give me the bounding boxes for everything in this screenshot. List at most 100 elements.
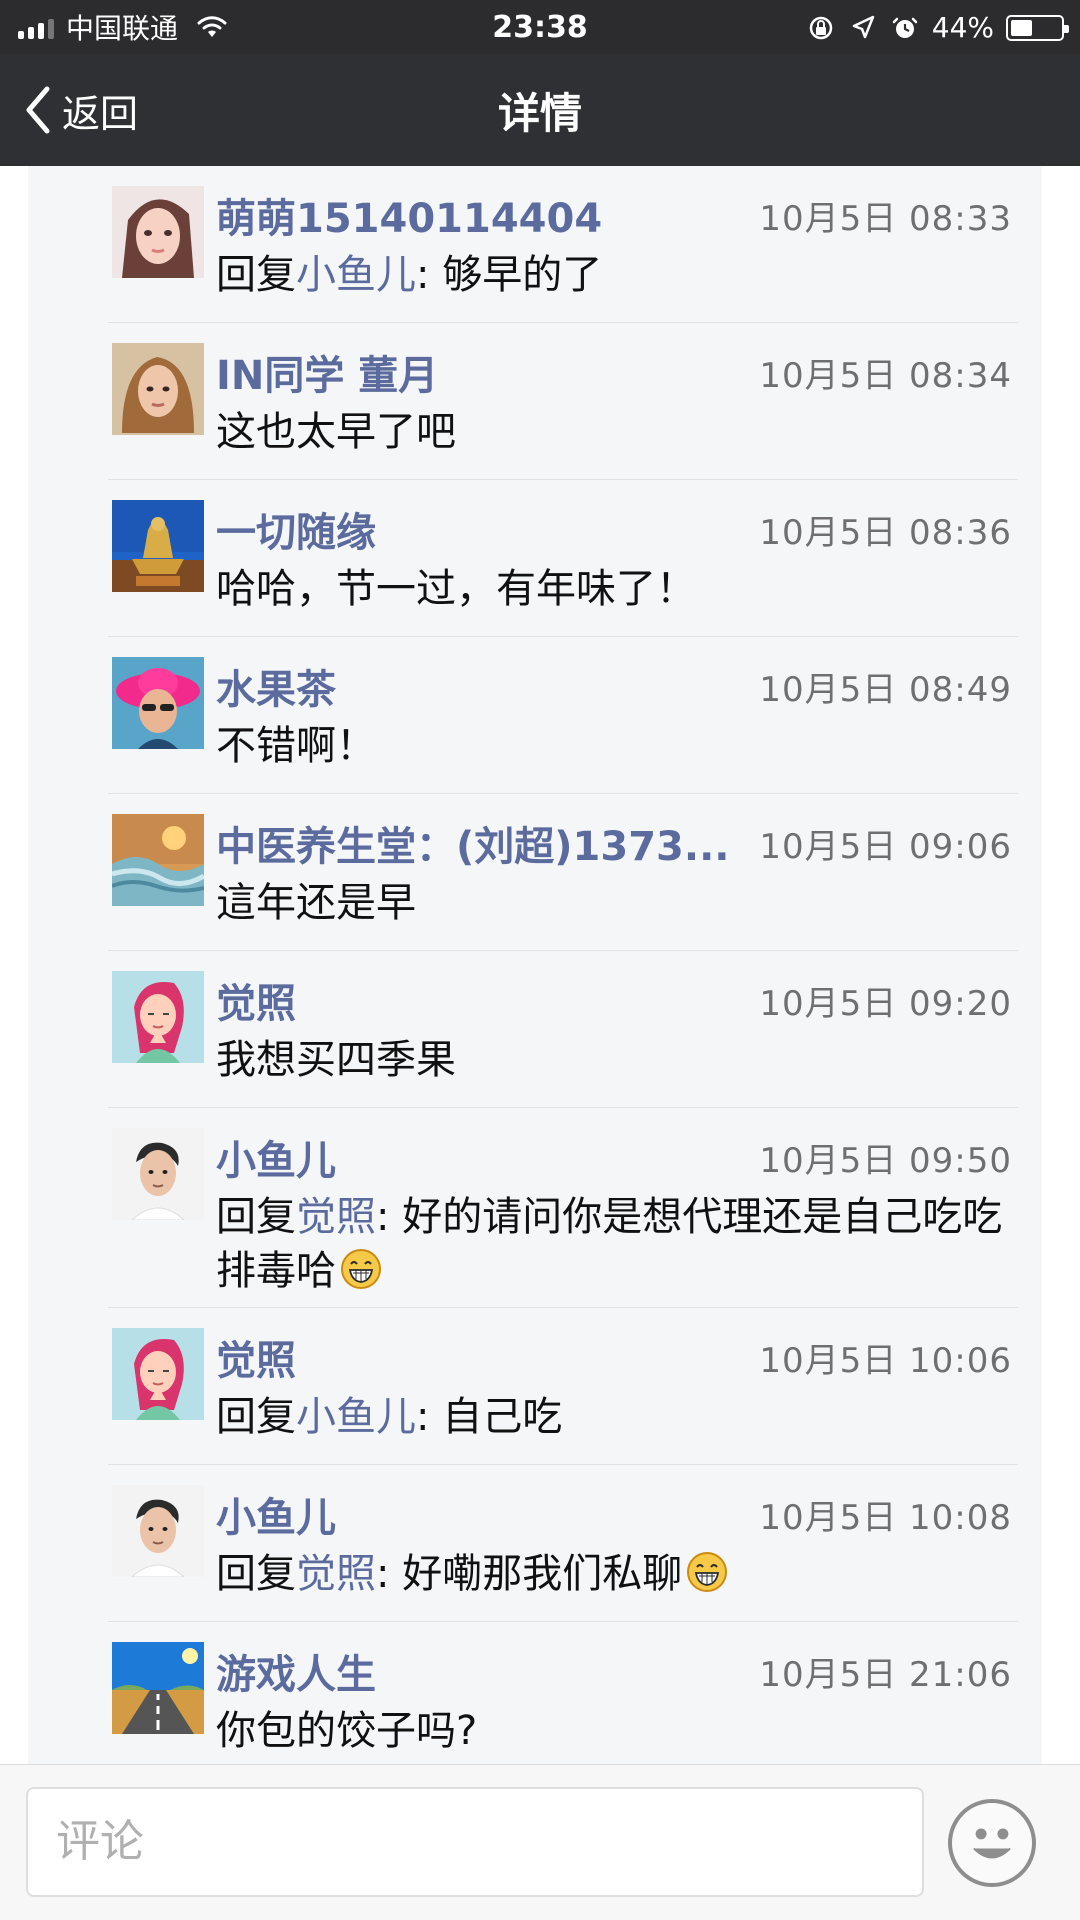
navigation-bar: 返回 详情 [0, 54, 1080, 166]
comment-text: 你包的饺子吗? [216, 1704, 1012, 1764]
comment-body: 小鱼儿 10月5日 10:08 回复觉照: 好嘞那我们私聊 [216, 1481, 1012, 1622]
comment-header: 小鱼儿 10月5日 09:50 [216, 1124, 1012, 1190]
avatar[interactable] [112, 1328, 204, 1420]
comment-text: 回复觉照: 好的请问你是想代理还是自己吃吃排毒哈 [216, 1190, 1012, 1308]
comment-input[interactable]: 评论 [26, 1787, 924, 1897]
comment-item[interactable]: 小鱼儿 10月5日 09:50 回复觉照: 好的请问你是想代理还是自己吃吃排毒哈 [28, 1108, 1042, 1308]
comment-item[interactable]: IN同学 董月 10月5日 08:34 这也太早了吧 [28, 323, 1042, 480]
grin-emoji-icon [341, 1249, 381, 1289]
comment-text: 不错啊！ [216, 719, 1012, 783]
comment-header: IN同学 董月 10月5日 08:34 [216, 339, 1012, 405]
grin-emoji [336, 1248, 382, 1294]
commenter-name[interactable]: 水果茶 [216, 657, 336, 715]
battery-fill [1011, 19, 1033, 36]
reply-prefix: 回复 [216, 1194, 296, 1240]
emoji-button[interactable] [948, 1799, 1036, 1887]
commenter-name[interactable]: 觉照 [216, 1328, 296, 1386]
comment-header: 水果茶 10月5日 08:49 [216, 653, 1012, 719]
comment-input-bar: 评论 [0, 1764, 1080, 1920]
commenter-name[interactable]: 小鱼儿 [216, 1128, 336, 1186]
comment-header: 中医养生堂：(刘超)1373... 10月5日 09:06 [216, 810, 1012, 876]
comment-message: 哈哈，节一过，有年味了！ [216, 566, 696, 612]
comment-item[interactable]: 小鱼儿 10月5日 10:08 回复觉照: 好嘞那我们私聊 [28, 1465, 1042, 1622]
avatar[interactable] [112, 186, 204, 278]
comment-timestamp: 10月5日 08:33 [759, 198, 1012, 239]
reply-prefix: 回复 [216, 252, 296, 298]
comment-body: 游戏人生 10月5日 21:06 你包的饺子吗? [216, 1638, 1012, 1764]
comment-timestamp: 10月5日 09:06 [759, 826, 1012, 867]
comment-text: 回复小鱼儿: 自己吃 [216, 1390, 1012, 1454]
comment-text: 我想买四季果 [216, 1033, 1012, 1097]
comment-header: 觉照 10月5日 09:20 [216, 967, 1012, 1033]
battery-icon [1006, 14, 1069, 41]
comment-list[interactable]: 萌萌15140114404 10月5日 08:33 回复小鱼儿: 够早的了 IN同学 … [28, 166, 1042, 1764]
comment-item[interactable]: 游戏人生 10月5日 21:06 你包的饺子吗? [28, 1622, 1042, 1764]
comment-message: 你包的饺子吗? [216, 1708, 478, 1754]
comment-item[interactable]: 中医养生堂：(刘超)1373... 10月5日 09:06 這年还是早 [28, 794, 1042, 951]
smile-face-icon [973, 1828, 1011, 1859]
comment-timestamp: 10月5日 10:08 [759, 1497, 1012, 1538]
comment-header: 小鱼儿 10月5日 10:08 [216, 1481, 1012, 1547]
commenter-name[interactable]: 觉照 [216, 971, 296, 1029]
comment-body: 觉照 10月5日 09:20 我想买四季果 [216, 967, 1012, 1108]
comment-message: 我想买四季果 [216, 1037, 456, 1083]
avatar[interactable] [112, 1485, 204, 1577]
comment-timestamp: 10月5日 10:06 [759, 1340, 1012, 1381]
status-bar: 中国联通 23:38 44% [0, 0, 1080, 54]
commenter-name[interactable]: 小鱼儿 [216, 1485, 336, 1543]
commenter-name[interactable]: 中医养生堂：(刘超)1373... [216, 814, 729, 872]
avatar[interactable] [112, 657, 204, 749]
comment-item[interactable]: 觉照 10月5日 09:20 我想买四季果 [28, 951, 1042, 1108]
mention-link[interactable]: 小鱼儿 [296, 252, 416, 298]
comment-message: 不错啊！ [216, 723, 376, 769]
grin-emoji [682, 1551, 728, 1597]
comment-text: 這年还是早 [216, 876, 1012, 940]
comment-item[interactable]: 水果茶 10月5日 08:49 不错啊！ [28, 637, 1042, 794]
comment-timestamp: 10月5日 09:20 [759, 983, 1012, 1024]
comment-body: 一切随缘 10月5日 08:36 哈哈，节一过，有年味了！ [216, 496, 1012, 637]
commenter-name[interactable]: 一切随缘 [216, 500, 376, 558]
comment-timestamp: 10月5日 21:06 [759, 1654, 1012, 1695]
mention-link[interactable]: 小鱼儿 [296, 1394, 416, 1440]
avatar[interactable] [112, 343, 204, 435]
comment-header: 游戏人生 10月5日 21:06 [216, 1638, 1012, 1704]
avatar[interactable] [112, 814, 204, 906]
avatar[interactable] [112, 500, 204, 592]
reply-prefix: 回复 [216, 1394, 296, 1440]
comment-content-area[interactable]: 萌萌15140114404 10月5日 08:33 回复小鱼儿: 够早的了 IN同学 … [0, 166, 1080, 1764]
commenter-name[interactable]: 萌萌15140114404 [216, 186, 602, 244]
comment-header: 一切随缘 10月5日 08:36 [216, 496, 1012, 562]
app-screen: 中国联通 23:38 44% 返回 详情 萌萌15140114404 10月5日… [0, 0, 1080, 1920]
comment-body: 小鱼儿 10月5日 09:50 回复觉照: 好的请问你是想代理还是自己吃吃排毒哈 [216, 1124, 1012, 1308]
alarm-icon [892, 17, 918, 38]
rotation-lock-icon [809, 16, 833, 39]
page-title: 详情 [497, 89, 582, 138]
comment-item[interactable]: 萌萌15140114404 10月5日 08:33 回复小鱼儿: 够早的了 [28, 166, 1042, 323]
mention-link[interactable]: 觉照 [296, 1551, 376, 1597]
comment-text: 回复小鱼儿: 够早的了 [216, 248, 1012, 312]
avatar[interactable] [112, 971, 204, 1063]
comment-body: 中医养生堂：(刘超)1373... 10月5日 09:06 這年还是早 [216, 810, 1012, 951]
comment-header: 觉照 10月5日 10:06 [216, 1324, 1012, 1390]
avatar[interactable] [112, 1642, 204, 1734]
comment-body: 觉照 10月5日 10:06 回复小鱼儿: 自己吃 [216, 1324, 1012, 1465]
comment-item[interactable]: 觉照 10月5日 10:06 回复小鱼儿: 自己吃 [28, 1308, 1042, 1465]
comment-item[interactable]: 一切随缘 10月5日 08:36 哈哈，节一过，有年味了！ [28, 480, 1042, 637]
comment-timestamp: 10月5日 08:36 [759, 512, 1012, 553]
commenter-name[interactable]: IN同学 董月 [216, 343, 438, 401]
comment-message: : 好嘞那我们私聊 [376, 1551, 683, 1597]
comment-timestamp: 10月5日 09:50 [759, 1140, 1012, 1181]
reply-prefix: 回复 [216, 1551, 296, 1597]
comment-text: 回复觉照: 好嘞那我们私聊 [216, 1547, 1012, 1611]
battery-percent: 44% [931, 11, 994, 44]
location-arrow-icon [852, 15, 875, 38]
status-right-group: 44% [806, 11, 1069, 44]
comment-timestamp: 10月5日 08:34 [759, 355, 1012, 396]
mention-link[interactable]: 觉照 [296, 1194, 376, 1240]
comment-message: : 自己吃 [416, 1394, 563, 1440]
avatar[interactable] [112, 1128, 204, 1220]
comment-header: 萌萌15140114404 10月5日 08:33 [216, 182, 1012, 248]
comment-text: 这也太早了吧 [216, 405, 1012, 469]
comment-message: 這年还是早 [216, 880, 416, 926]
commenter-name[interactable]: 游戏人生 [216, 1642, 376, 1700]
